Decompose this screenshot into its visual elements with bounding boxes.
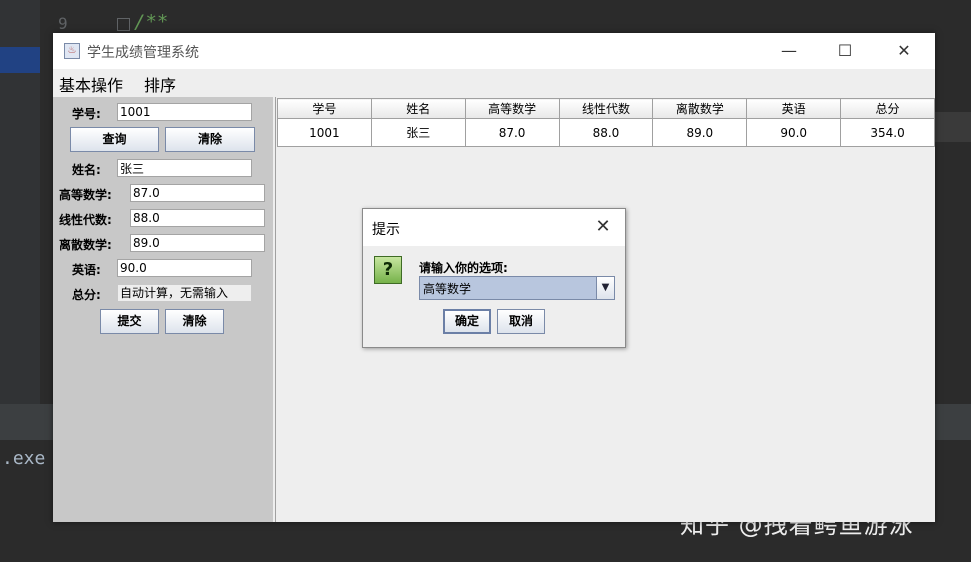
table-cell[interactable]: 张三 — [370, 118, 466, 147]
prompt-dialog: 提示 ✕ ? 请输入你的选项: 高等数学 ▼ 确定 取消 — [362, 208, 626, 348]
ide-code-comment: /** — [134, 11, 169, 33]
table-cell[interactable]: 89.0 — [652, 118, 748, 147]
question-icon: ? — [374, 256, 402, 284]
clear-button-bottom[interactable]: 清除 — [165, 309, 224, 334]
cancel-button[interactable]: 取消 — [497, 309, 545, 334]
column-header-linear-algebra[interactable]: 线性代数 — [558, 98, 654, 119]
menu-basic-operations[interactable]: 基本操作 — [59, 72, 123, 96]
name-label: 姓名: — [72, 163, 101, 177]
scores-table: 学号 姓名 高等数学 线性代数 离散数学 英语 总分 1001 张三 87.0 … — [277, 98, 935, 147]
total-field: 自动计算，无需输入 — [117, 284, 252, 302]
submit-button[interactable]: 提交 — [100, 309, 159, 334]
table-cell[interactable]: 87.0 — [464, 118, 560, 147]
table-cell[interactable]: 1001 — [277, 118, 372, 147]
table-row[interactable]: 1001 张三 87.0 88.0 89.0 90.0 354.0 — [277, 118, 935, 147]
menu-sort[interactable]: 排序 — [144, 72, 176, 96]
dialog-message: 请输入你的选项: — [419, 261, 508, 275]
ide-highlight-line — [935, 112, 971, 142]
linear-algebra-label: 线性代数: — [59, 213, 112, 227]
window-title: 学生成绩管理系统 — [87, 45, 199, 61]
title-bar: ♨ 学生成绩管理系统 — ☐ ✕ — [53, 33, 935, 69]
column-header-english[interactable]: 英语 — [746, 98, 842, 119]
student-id-label: 学号: — [72, 107, 101, 121]
english-label: 英语: — [72, 263, 101, 277]
option-select[interactable]: 高等数学 ▼ — [419, 276, 615, 300]
ide-selected-line — [0, 47, 40, 73]
total-label: 总分: — [72, 288, 101, 302]
discrete-math-input[interactable] — [130, 234, 265, 252]
java-app-icon: ♨ — [64, 43, 80, 59]
table-header-row: 学号 姓名 高等数学 线性代数 离散数学 英语 总分 — [277, 98, 935, 119]
dialog-title: 提示 — [372, 222, 400, 238]
query-button[interactable]: 查询 — [70, 127, 159, 152]
clear-button-top[interactable]: 清除 — [165, 127, 255, 152]
column-header-name[interactable]: 姓名 — [370, 98, 466, 119]
ok-button[interactable]: 确定 — [443, 309, 491, 334]
menu-bar: 基本操作 排序 — [53, 69, 935, 97]
discrete-math-label: 离散数学: — [59, 238, 112, 252]
column-header-total[interactable]: 总分 — [840, 98, 935, 119]
student-form-panel: 学号: 查询 清除 姓名: 高等数学: 线性代数: 离散数学: 英语: 总分: … — [53, 97, 273, 522]
name-input[interactable] — [117, 159, 252, 177]
dialog-title-bar: 提示 ✕ — [363, 209, 625, 246]
minimize-button[interactable]: — — [775, 39, 803, 63]
chevron-down-icon[interactable]: ▼ — [596, 277, 614, 299]
fold-icon[interactable] — [117, 18, 130, 31]
column-header-student-id[interactable]: 学号 — [277, 98, 372, 119]
linear-algebra-input[interactable] — [130, 209, 265, 227]
dialog-close-button[interactable]: ✕ — [591, 215, 615, 239]
maximize-button[interactable]: ☐ — [831, 39, 859, 63]
table-cell[interactable]: 354.0 — [840, 118, 935, 147]
column-header-advanced-math[interactable]: 高等数学 — [464, 98, 560, 119]
table-cell[interactable]: 90.0 — [746, 118, 842, 147]
option-select-value: 高等数学 — [423, 282, 472, 296]
ide-console-text: .exe — [2, 448, 46, 469]
close-button[interactable]: ✕ — [890, 39, 918, 63]
advanced-math-input[interactable] — [130, 184, 265, 202]
advanced-math-label: 高等数学: — [59, 188, 112, 202]
student-id-input[interactable] — [117, 103, 252, 121]
column-header-discrete-math[interactable]: 离散数学 — [652, 98, 748, 119]
ide-line-number: 9 — [58, 14, 68, 33]
english-input[interactable] — [117, 259, 252, 277]
table-cell[interactable]: 88.0 — [558, 118, 654, 147]
